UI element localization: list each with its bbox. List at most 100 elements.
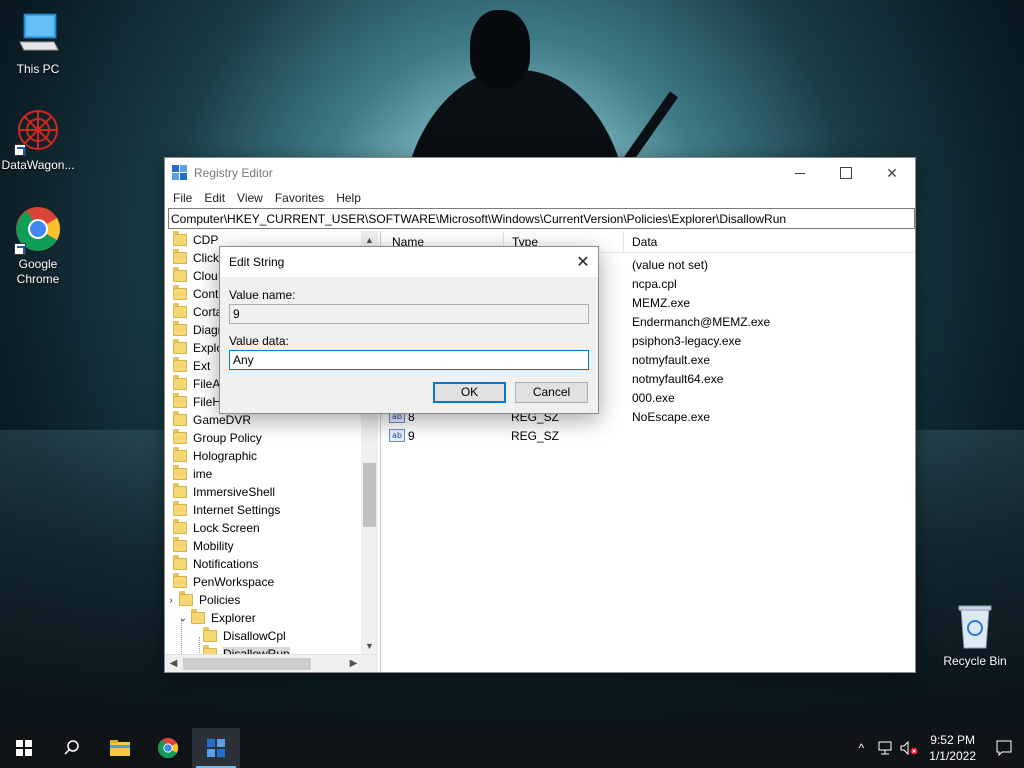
- tree-expander-icon[interactable]: ⌄: [177, 613, 189, 624]
- close-icon[interactable]: ✕: [568, 247, 598, 277]
- tree-item[interactable]: Internet Settings: [165, 501, 380, 519]
- window-titlebar[interactable]: Registry Editor ✕: [165, 158, 915, 188]
- chrome-icon: [157, 737, 179, 759]
- tree-item[interactable]: Mobility: [165, 537, 380, 555]
- ok-button[interactable]: OK: [433, 382, 506, 403]
- folder-icon: [110, 740, 130, 756]
- chrome-icon: [14, 205, 62, 255]
- value-data: (value not set): [632, 257, 709, 272]
- tree-item[interactable]: DisallowCpl: [165, 627, 380, 645]
- network-icon[interactable]: [873, 728, 897, 768]
- clock-time: 9:52 PM: [930, 733, 975, 747]
- value-data: notmyfault64.exe: [632, 371, 724, 386]
- minimize-button[interactable]: [777, 158, 823, 188]
- maximize-button[interactable]: [823, 158, 869, 188]
- folder-icon: [173, 411, 187, 426]
- desktop-icon-label: Recycle Bin: [943, 654, 1007, 668]
- volume-muted-icon[interactable]: [897, 728, 921, 768]
- menu-edit[interactable]: Edit: [198, 191, 231, 205]
- desktop-icon-datawagon[interactable]: DataWagon...: [0, 106, 78, 172]
- window-title: Registry Editor: [194, 166, 273, 180]
- search-icon: [64, 740, 79, 755]
- tree-item[interactable]: PenWorkspace: [165, 573, 380, 591]
- tree-item[interactable]: Group Policy: [165, 429, 380, 447]
- tree-item-label: Click: [193, 251, 219, 265]
- tree-item-label: FileA: [193, 377, 221, 391]
- tree-item-label: Notifications: [193, 557, 259, 571]
- folder-icon: [173, 501, 187, 516]
- taskbar: ^ 9:52 PM 1/1/2022: [0, 728, 1024, 768]
- scrollbar-thumb[interactable]: [183, 658, 311, 670]
- tree-item[interactable]: Lock Screen: [165, 519, 380, 537]
- folder-icon: [173, 537, 187, 552]
- value-data-field[interactable]: [229, 350, 589, 370]
- close-window-button[interactable]: ✕: [869, 158, 915, 188]
- recycle-bin-icon: [951, 602, 999, 650]
- search-button[interactable]: [48, 728, 96, 768]
- tree-item[interactable]: ImmersiveShell: [165, 483, 380, 501]
- tree-item-label: Ext: [193, 359, 211, 373]
- value-data: psiphon3-legacy.exe: [632, 333, 742, 348]
- value-name: 9: [408, 428, 415, 443]
- scroll-left-arrow-icon[interactable]: ◀: [165, 655, 182, 672]
- tree-item[interactable]: ⌄ Explorer: [165, 609, 380, 627]
- value-data: Endermanch@MEMZ.exe: [632, 314, 771, 329]
- column-header-data[interactable]: Data: [624, 231, 874, 253]
- taskbar-registry-editor[interactable]: [192, 728, 240, 768]
- scroll-down-arrow-icon[interactable]: ▼: [361, 637, 378, 654]
- value-name-label: Value name:: [229, 288, 296, 302]
- value-data-label: Value data:: [229, 334, 289, 348]
- folder-icon: [173, 447, 187, 462]
- menu-view[interactable]: View: [231, 191, 269, 205]
- folder-icon: [173, 393, 187, 408]
- notification-icon: [996, 740, 1012, 756]
- folder-icon: [179, 591, 193, 606]
- address-bar[interactable]: Computer\HKEY_CURRENT_USER\SOFTWARE\Micr…: [168, 208, 915, 229]
- tree-item-label: Cont: [193, 287, 219, 301]
- tree-item[interactable]: › Policies: [165, 591, 380, 609]
- value-data: 000.exe: [632, 390, 675, 405]
- tree-item-label: Clou: [193, 269, 218, 283]
- tree-item-label: ime: [193, 467, 213, 481]
- clock[interactable]: 9:52 PM 1/1/2022: [921, 732, 984, 764]
- chevron-up-icon[interactable]: ^: [849, 728, 873, 768]
- windows-logo-icon: [16, 740, 32, 756]
- folder-icon: [173, 339, 187, 354]
- value-data: NoEscape.exe: [632, 409, 711, 424]
- scrollbar-thumb[interactable]: [363, 463, 376, 527]
- folder-icon: [191, 609, 205, 624]
- menu-file[interactable]: File: [167, 191, 198, 205]
- desktop-icon-recycle-bin[interactable]: Recycle Bin: [935, 602, 1015, 668]
- datawagon-icon: [14, 106, 62, 156]
- start-button[interactable]: [0, 728, 48, 768]
- tree-item[interactable]: Notifications: [165, 555, 380, 573]
- taskbar-chrome[interactable]: [144, 728, 192, 768]
- tree-item[interactable]: Holographic: [165, 447, 380, 465]
- taskbar-file-explorer[interactable]: [96, 728, 144, 768]
- tree-item[interactable]: ime: [165, 465, 380, 483]
- cancel-button[interactable]: Cancel: [515, 382, 588, 403]
- tree-item-label: Group Policy: [193, 431, 262, 445]
- dialog-titlebar[interactable]: Edit String ✕: [220, 247, 598, 277]
- scroll-right-arrow-icon[interactable]: ▶: [345, 655, 362, 672]
- tree-horizontal-scrollbar[interactable]: ◀ ▶: [165, 654, 378, 672]
- desktop-icon-this-pc[interactable]: This PC: [0, 10, 78, 76]
- desktop-icon-google-chrome[interactable]: Google Chrome: [0, 205, 78, 287]
- tree-item-label: Lock Screen: [193, 521, 260, 535]
- registry-editor-icon: [172, 165, 188, 181]
- menu-favorites[interactable]: Favorites: [269, 191, 330, 205]
- value-data: ncpa.cpl: [632, 276, 677, 291]
- folder-icon: [173, 555, 187, 570]
- value-type: REG_SZ: [511, 428, 560, 443]
- folder-icon: [173, 303, 187, 318]
- action-center-button[interactable]: [984, 740, 1024, 756]
- tree-item-label: Mobility: [193, 539, 234, 553]
- tree-item-label: GameDVR: [193, 413, 252, 427]
- tree-item-label: Corta: [193, 305, 223, 319]
- system-tray: ^ 9:52 PM 1/1/2022: [849, 728, 1024, 768]
- value-row[interactable]: ab 9 REG_SZ: [384, 426, 915, 445]
- wallpaper-figure-head: [470, 10, 530, 88]
- menu-help[interactable]: Help: [330, 191, 367, 205]
- tree-expander-icon[interactable]: ›: [165, 595, 177, 606]
- registry-editor-window: Registry Editor ✕ File Edit View Favorit…: [164, 157, 916, 673]
